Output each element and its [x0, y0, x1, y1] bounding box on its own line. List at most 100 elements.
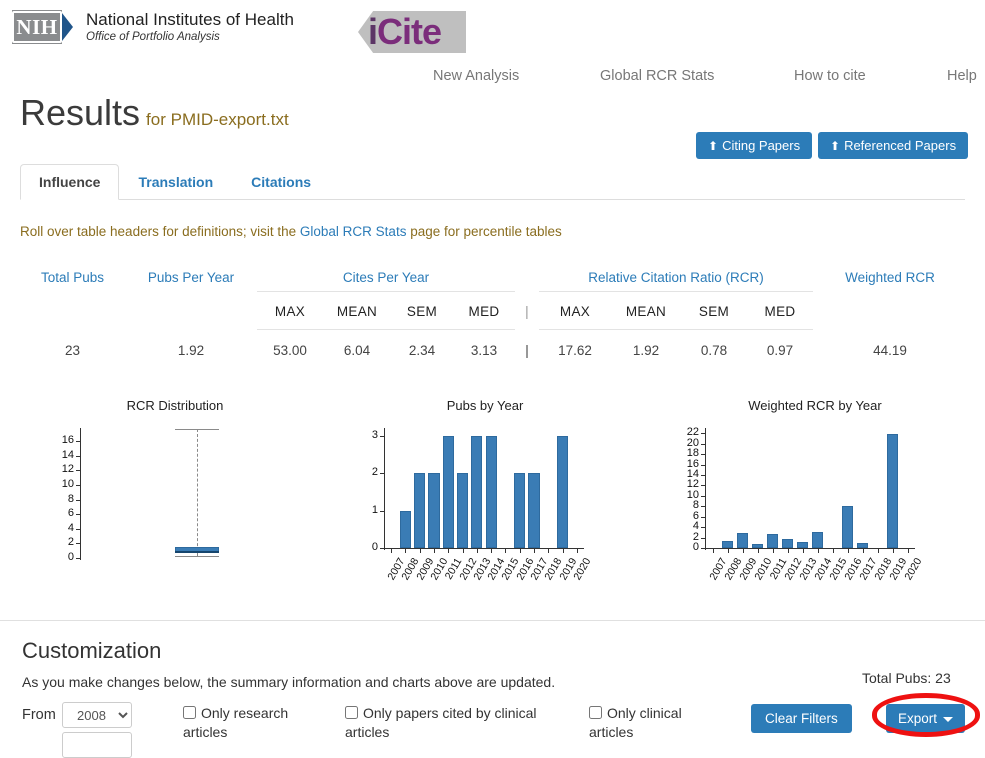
only-clinical-articles-checkbox[interactable] — [589, 706, 602, 719]
nih-acronym: NIH — [12, 10, 62, 44]
x-tick — [772, 549, 774, 553]
sub-cites-mean[interactable]: MEAN — [323, 291, 391, 330]
tab-translation[interactable]: Translation — [119, 164, 232, 199]
bar[interactable] — [457, 473, 469, 548]
sub-rcr-max[interactable]: MAX — [539, 291, 611, 330]
y-axis-line — [384, 428, 385, 550]
nih-logo[interactable]: NIH National Institutes of Health Office… — [12, 10, 294, 44]
bar[interactable] — [399, 510, 411, 548]
header-total-pubs[interactable]: Total Pubs — [20, 264, 125, 292]
box-median-line — [175, 550, 219, 553]
x-tick — [832, 549, 834, 553]
sub-rcr-mean[interactable]: MEAN — [611, 291, 681, 330]
icite-letter-i: i — [368, 11, 378, 52]
x-tick — [491, 549, 493, 553]
bar[interactable] — [557, 435, 569, 548]
header-relative-citation-ratio[interactable]: Relative Citation Ratio (RCR) — [539, 264, 813, 292]
value-separator: | — [525, 342, 529, 358]
charts-row: RCR Distribution 0 2 4 6 8 10 12 14 16 Pubs by Y… — [0, 398, 985, 608]
bar[interactable] — [781, 538, 794, 548]
y-tick-label: 18 — [686, 447, 699, 460]
y-tick — [701, 464, 705, 466]
value-rcr-mean: 1.92 — [632, 343, 660, 358]
checkbox-only-papers-cited-by-clinical-articles[interactable]: Only papers cited by clinical articles — [345, 704, 545, 742]
bar[interactable] — [721, 540, 734, 548]
referenced-papers-button[interactable]: ⬆ Referenced Papers — [818, 132, 969, 159]
header-pubs-per-year[interactable]: Pubs Per Year — [125, 264, 257, 292]
citing-papers-button[interactable]: ⬆ Citing Papers — [696, 132, 813, 159]
results-tabs: Influence Translation Citations — [20, 164, 965, 200]
global-rcr-stats-link[interactable]: Global RCR Stats — [300, 224, 407, 239]
y-tick — [701, 527, 705, 529]
clear-filters-button[interactable]: Clear Filters — [751, 704, 852, 733]
header-spacer — [515, 264, 539, 292]
x-tick — [562, 549, 564, 553]
rcr-distribution-title: RCR Distribution — [126, 398, 224, 413]
table-row: 23 1.92 53.00 6.04 2.34 3.13 | 17.62 1.9… — [20, 330, 967, 365]
bar[interactable] — [442, 435, 454, 548]
x-axis-line — [384, 548, 584, 549]
referenced-papers-label: Referenced Papers — [844, 138, 957, 153]
nav-help[interactable]: Help — [947, 68, 977, 84]
checkbox-only-research-articles[interactable]: Only research articles — [183, 704, 303, 742]
bar[interactable] — [428, 473, 440, 548]
x-tick — [727, 549, 729, 553]
bar[interactable] — [471, 435, 483, 548]
value-total-pubs: 23 — [64, 342, 81, 358]
sub-cites-med[interactable]: MED — [453, 291, 515, 330]
tab-influence[interactable]: Influence — [20, 164, 120, 200]
nav-global-rcr-stats[interactable]: Global RCR Stats — [600, 68, 714, 84]
bar[interactable] — [796, 542, 809, 548]
sub-cites-sem[interactable]: SEM — [391, 291, 453, 330]
sub-rcr-sem[interactable]: SEM — [681, 291, 747, 330]
y-tick — [701, 474, 705, 476]
nav-new-analysis[interactable]: New Analysis — [433, 68, 519, 84]
x-tick — [862, 549, 864, 553]
x-tick — [548, 549, 550, 553]
nav-how-to-cite[interactable]: How to cite — [794, 68, 866, 84]
y-tick — [76, 514, 80, 516]
export-button[interactable]: Export — [886, 704, 966, 733]
value-rcr-max: 17.62 — [558, 343, 592, 358]
rcr-distribution-plot: 0 2 4 6 8 10 12 14 16 — [30, 420, 320, 590]
weighted-rcr-by-year-chart: Weighted RCR by Year 0 2 4 6 8 10 12 14 16 18 20 22… — [665, 398, 965, 603]
table-group-header-row: Total Pubs Pubs Per Year Cites Per Year … — [20, 264, 967, 292]
helper-text: Roll over table headers for definitions;… — [20, 224, 562, 239]
y-tick-label: 2 — [67, 536, 74, 549]
x-tick — [877, 549, 879, 553]
y-tick — [701, 443, 705, 445]
only-papers-cited-by-clinical-articles-label: Only papers cited by clinical articles — [345, 705, 537, 740]
y-tick — [380, 435, 384, 437]
tab-citations[interactable]: Citations — [232, 164, 330, 199]
bar[interactable] — [736, 533, 749, 548]
header-cites-per-year[interactable]: Cites Per Year — [257, 264, 515, 292]
x-tick — [391, 549, 393, 553]
sub-rcr-med[interactable]: MED — [747, 291, 813, 330]
bar[interactable] — [514, 473, 526, 548]
checkbox-only-clinical-articles[interactable]: Only clinical articles — [589, 704, 699, 742]
bar[interactable] — [841, 506, 854, 548]
bar[interactable] — [886, 434, 899, 548]
bar[interactable] — [751, 544, 764, 548]
table-sub-header-row: MAX MEAN SEM MED | MAX MEAN SEM MED — [20, 291, 967, 330]
bar[interactable] — [856, 543, 869, 548]
sub-empty-2 — [125, 292, 257, 330]
bar[interactable] — [414, 473, 426, 548]
bar[interactable] — [485, 435, 497, 548]
header-weighted-rcr[interactable]: Weighted RCR — [813, 264, 967, 292]
customization-description: As you make changes below, the summary i… — [22, 674, 556, 690]
only-research-articles-checkbox[interactable] — [183, 706, 196, 719]
y-tick-label: 3 — [371, 428, 378, 441]
only-papers-cited-by-clinical-articles-checkbox[interactable] — [345, 706, 358, 719]
icite-logo[interactable]: iCite — [358, 8, 473, 56]
y-tick-label: 8 — [692, 499, 699, 512]
y-tick-label: 6 — [67, 507, 74, 520]
sub-cites-max[interactable]: MAX — [257, 291, 323, 330]
value-pubs-per-year: 1.92 — [177, 342, 205, 358]
bar[interactable] — [766, 533, 779, 548]
bar[interactable] — [528, 473, 540, 548]
bar[interactable] — [811, 531, 824, 548]
from-year-select[interactable]: 2007200820092010 — [62, 702, 132, 728]
y-tick — [380, 473, 384, 474]
helper-pre: Roll over table headers for definitions;… — [20, 224, 300, 239]
